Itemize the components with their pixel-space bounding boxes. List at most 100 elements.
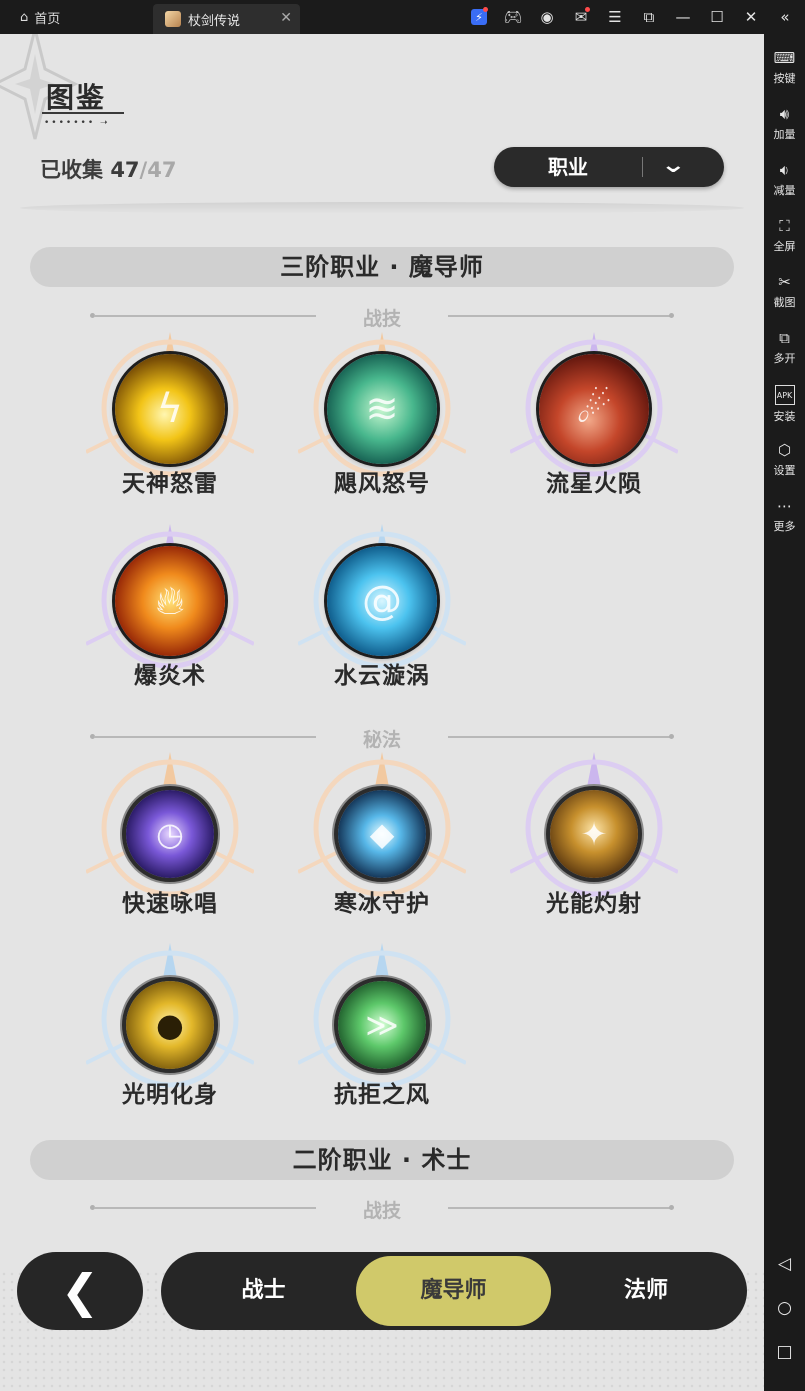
skill-card[interactable]: ✦ 光能灼射 [488,752,700,944]
collected-label: 已收集 [40,158,103,182]
sidebar-item-settings[interactable]: ⬡ 设置 [764,441,805,478]
sidebar-item-label: 全屏 [773,240,796,253]
back-button[interactable]: ❮ [17,1252,143,1330]
group-heading: 战技 [90,1196,674,1222]
group-heading: 战技 [90,304,674,330]
emulator-sidebar: ⌨ 按键 🔊︎ 加量 🔉︎ 减量 ⛶ 全屏 ✂ 截图 ⧉ 多开 APK 安装 ⬡ 设置 ⋯ 更多 … [764,34,805,1391]
flame-skill-icon: 🔥︎ [115,546,225,656]
group-heading-label: 战技 [362,308,401,330]
sidebar-item-label: 截图 [773,296,796,309]
sidebar-item-keymap[interactable]: ⌨ 按键 [764,49,805,86]
skill-name: 光明化身 [122,1082,218,1108]
skill-name: 天神怒雷 [122,471,218,497]
game-favicon-icon [165,11,181,27]
thunder-skill-icon: ϟ [115,354,225,464]
maximize-icon[interactable]: ☐ [700,0,734,34]
dropdown-divider [642,157,643,177]
keyboard-icon: ⌨ [773,49,796,67]
group-heading-label: 战技 [362,1200,401,1222]
skill-card[interactable]: ☄ 流星火陨 [488,332,700,524]
bolt-icon[interactable]: ⚡ [462,0,496,34]
skill-card[interactable]: ϟ 天神怒雷 [64,332,276,524]
sidebar-item-label: 安装 [773,410,796,423]
android-recents-icon[interactable]: □ [764,1342,805,1362]
emulator-title-bar: ⌂ 首页 杖剑传说 ✕ ⚡ 🎮︎ ◉ ✉ ☰ ⧉ — ☐ ✕ « [0,0,805,34]
chevron-down-icon: ⌄ [660,153,687,178]
sidebar-item-multi[interactable]: ⧉ 多开 [764,329,805,366]
home-tab-label: 首页 [34,11,61,27]
game-tab-label: 杖剑传说 [188,13,241,29]
multi-instance-icon: ⧉ [779,329,790,347]
sidebar-item-fullscreen[interactable]: ⛶ 全屏 [764,217,805,254]
skill-name: 光能灼射 [546,891,642,917]
sidebar-item-volume-down[interactable]: 🔉︎ 减量 [764,161,805,198]
page-title: 图鉴 [46,81,107,114]
group-heading: 秘法 [90,725,674,751]
collection-counter: 已收集 47/47 [40,154,176,184]
fullscreen-icon: ⛶ [779,217,790,235]
sidebar-item-volume-up[interactable]: 🔊︎ 加量 [764,105,805,142]
header-shadow [20,202,744,214]
ice-crystal-skill-icon: ◆ [338,790,426,878]
tab-archmage[interactable]: 魔导师 [356,1256,551,1326]
class-tab-bar: 战士 魔导师 法师 [161,1252,747,1330]
sidebar-item-label: 多开 [773,352,796,365]
restore-small-icon[interactable]: ⧉ [632,0,666,34]
title-underline [42,112,124,114]
collected-total: /47 [139,158,177,182]
light-beam-skill-icon: ✦ [550,790,638,878]
group-heading-label: 秘法 [362,729,401,751]
close-icon[interactable]: ✕ [734,0,768,34]
sidebar-item-label: 更多 [773,520,796,533]
skill-name: 爆炎术 [134,663,206,689]
menu-icon[interactable]: ☰ [598,0,632,34]
sidebar-item-label: 加量 [773,128,796,141]
skill-name: 快速咏唱 [122,891,218,917]
skill-card[interactable]: ≫ 抗拒之风 [276,943,488,1135]
class-filter-dropdown[interactable]: 职业 ⌄ [494,147,724,187]
volume-up-icon: 🔊︎ [779,105,790,123]
sidebar-item-label: 设置 [773,464,796,477]
skill-card[interactable]: ◷ 快速咏唱 [64,752,276,944]
title-dots: ••••••• ➝ [44,118,110,128]
sidebar-item-label: 减量 [773,184,796,197]
skill-card[interactable]: @ 水云漩涡 [276,524,488,716]
game-screen: 图鉴 ••••••• ➝ 已收集 47/47 职业 ⌄ 三阶职业 · 魔导师 战… [0,34,764,1391]
collapse-sidebar-icon[interactable]: « [768,0,802,34]
sidebar-item-more[interactable]: ⋯ 更多 [764,497,805,534]
game-tab[interactable]: 杖剑传说 ✕ [153,4,300,34]
skill-name: 抗拒之风 [334,1082,430,1108]
android-back-icon[interactable]: ◁ [764,1254,805,1274]
wind-skill-icon: ≫ [338,981,426,1069]
minimize-icon[interactable]: — [666,0,700,34]
tab-close-icon[interactable]: ✕ [280,10,292,26]
skill-card[interactable]: 🔥︎ 爆炎术 [64,524,276,716]
apk-icon: APK [774,385,795,405]
account-icon[interactable]: ◉ [530,0,564,34]
mail-icon[interactable]: ✉ [564,0,598,34]
volume-down-icon: 🔉︎ [779,161,790,179]
skill-card[interactable]: ≋ 飓风怒号 [276,332,488,524]
skill-card[interactable]: ◆ 寒冰守护 [276,752,488,944]
gamepad-icon[interactable]: 🎮︎ [496,0,530,34]
sidebar-item-install[interactable]: APK 安装 [764,385,805,424]
skill-name: 寒冰守护 [334,891,430,917]
scissors-icon: ✂ [778,273,791,291]
section-header: 三阶职业 · 魔导师 [30,247,734,287]
cyclone-skill-icon: ≋ [327,354,437,464]
meteor-skill-icon: ☄ [539,354,649,464]
tab-mage[interactable]: 法师 [571,1252,721,1330]
collected-count: 47 [110,158,140,182]
skill-name: 水云漩涡 [334,663,430,689]
android-home-icon[interactable]: ○ [764,1298,805,1318]
skill-name: 飓风怒号 [334,471,430,497]
settings-icon: ⬡ [777,441,792,459]
sidebar-item-screenshot[interactable]: ✂ 截图 [764,273,805,310]
vortex-skill-icon: @ [327,546,437,656]
section-header: 二阶职业 · 术士 [30,1140,734,1180]
sidebar-item-label: 按键 [773,72,796,85]
skill-card[interactable]: ● 光明化身 [64,943,276,1135]
back-arrow-icon: ❮ [60,1264,100,1318]
home-tab[interactable]: ⌂ 首页 [0,0,150,34]
tab-warrior[interactable]: 战士 [191,1252,336,1330]
